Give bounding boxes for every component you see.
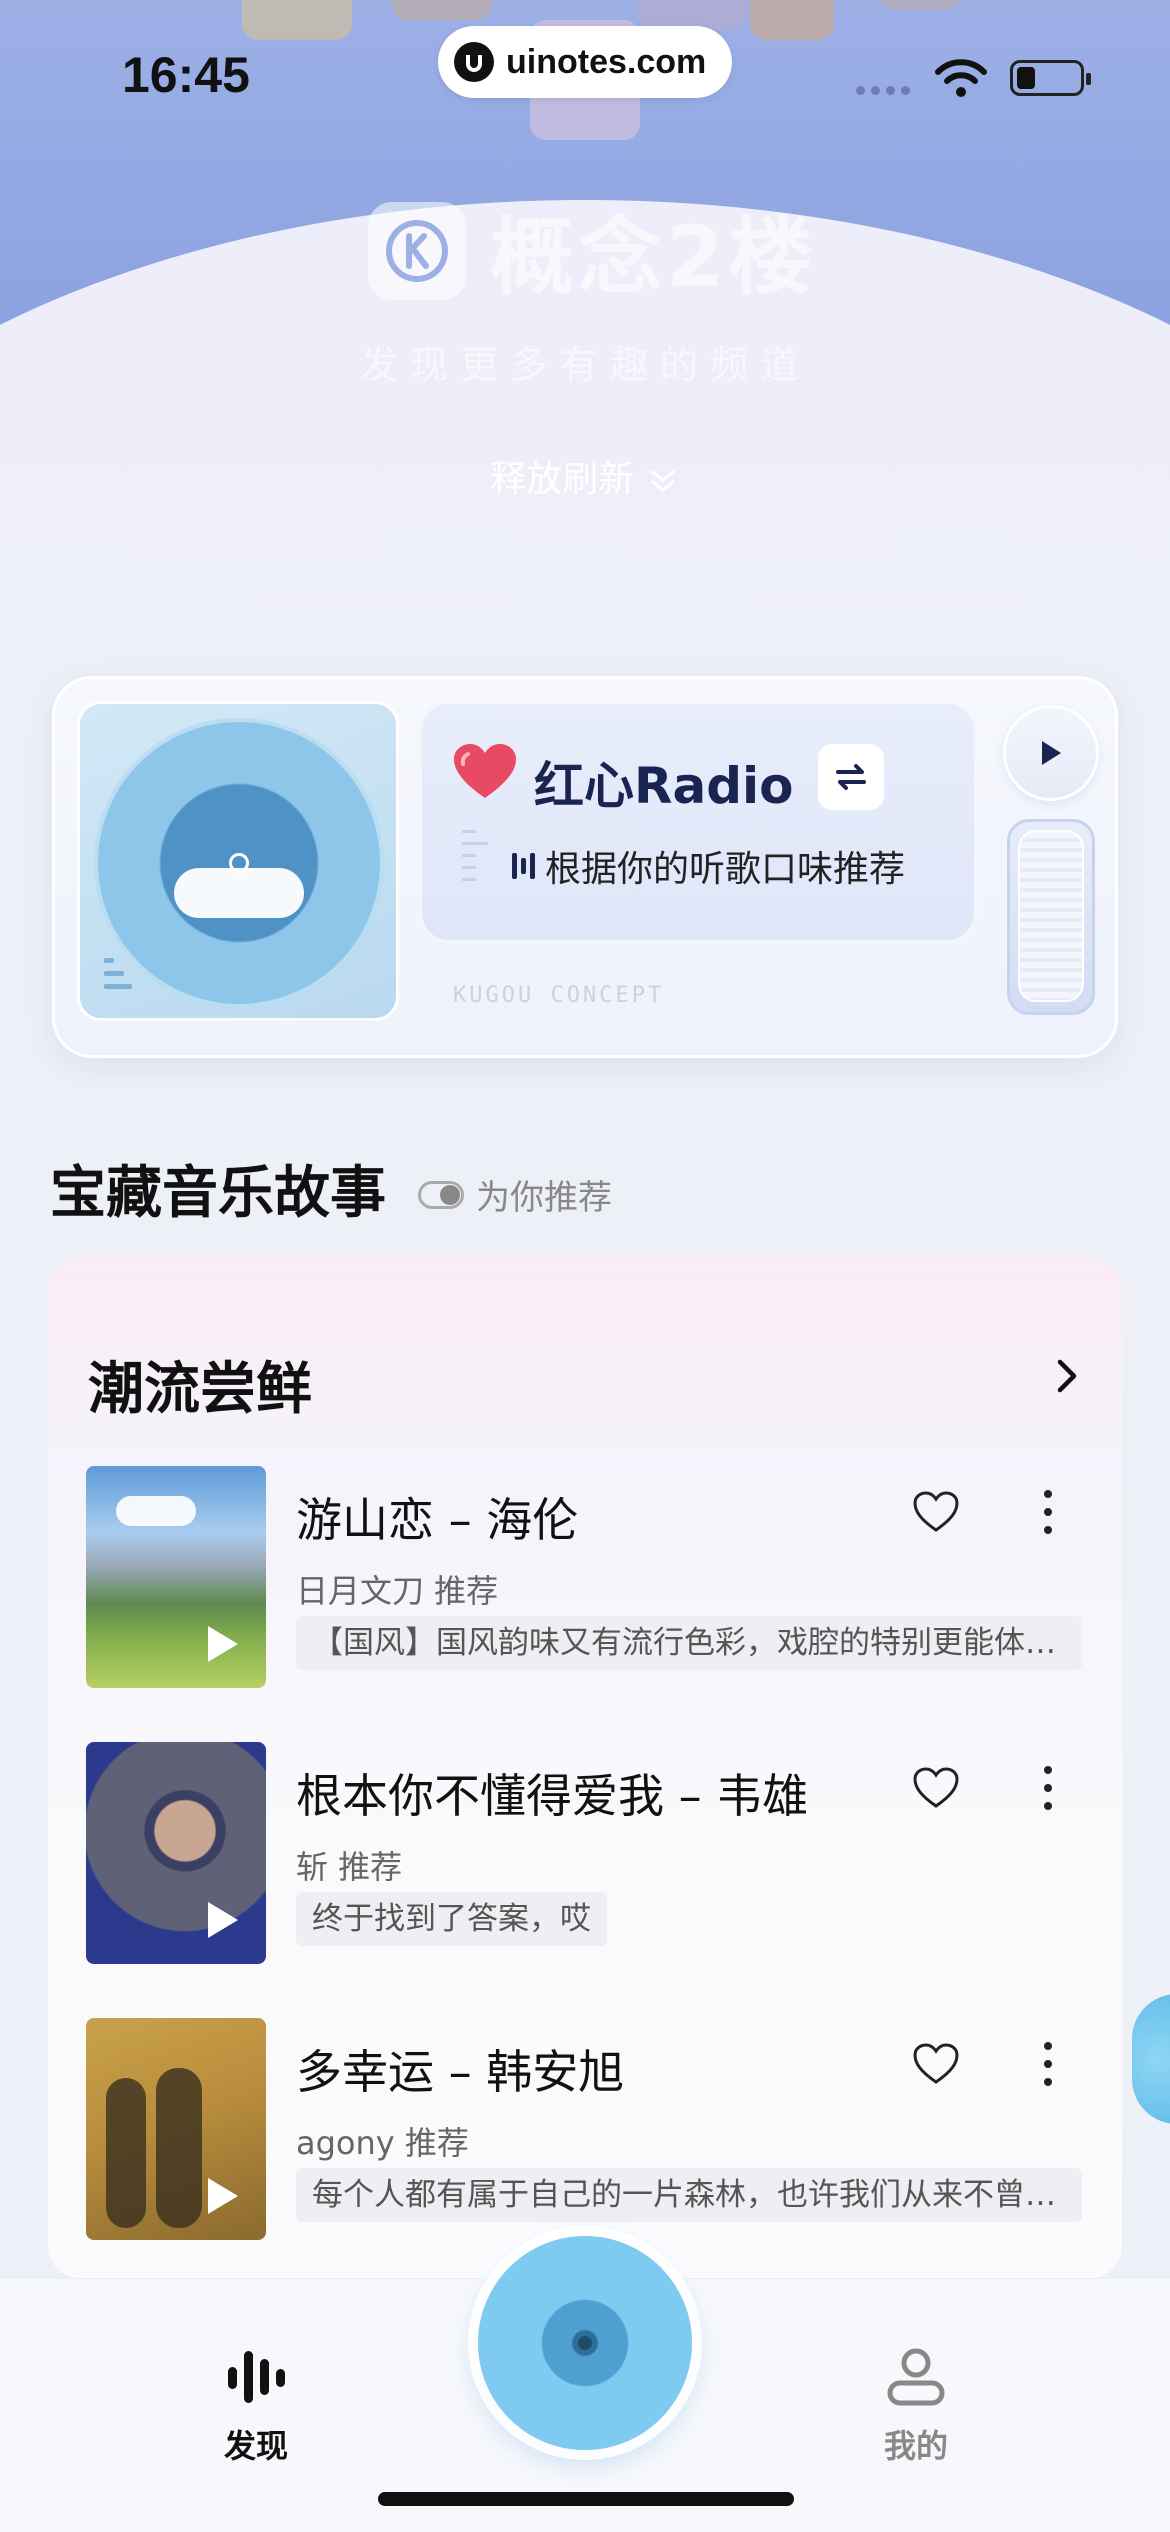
status-bar: 16:45 uinotes.com <box>0 0 1170 150</box>
song-row[interactable]: 根本你不懂得爱我 – 韦雄 斩 推荐 终于找到了答案，哎 <box>86 1742 1086 1964</box>
more-vertical-icon[interactable] <box>1038 2042 1058 2086</box>
recommend-toggle[interactable]: 为你推荐 <box>418 1170 612 1219</box>
section-title: 宝藏音乐故事 <box>50 1161 386 1226</box>
song-row[interactable]: 游山恋 – 海伦 日月文刀 推荐 【国风】国风韵味又有流行色彩，戏腔的特别更能体… <box>86 1466 1086 1688</box>
tab-mine-label: 我的 <box>883 2427 948 2465</box>
recommend-label: 为你推荐 <box>476 1178 612 1218</box>
song-row[interactable]: 多幸运 – 韩安旭 agony 推荐 每个人都有属于自己的一片森林，也许我们从来… <box>86 2018 1086 2240</box>
song-title: 多幸运 – 韩安旭 <box>296 2045 625 2099</box>
cloud-art <box>174 868 304 918</box>
play-icon <box>1042 741 1061 765</box>
play-icon <box>208 1902 238 1938</box>
more-vertical-icon[interactable] <box>1038 1490 1058 1534</box>
switch-mode-button[interactable] <box>818 744 884 810</box>
url-text: uinotes.com <box>506 42 707 81</box>
k-logo-icon <box>368 201 466 300</box>
song-comment: 每个人都有属于自己的一片森林，也许我们从来不曾去过 <box>296 2168 1082 2222</box>
volume-slider[interactable] <box>1007 819 1095 1015</box>
tab-mine[interactable]: 我的 <box>836 2347 996 2467</box>
url-badge: uinotes.com <box>438 26 732 98</box>
header-title: 概念2楼 <box>490 208 817 306</box>
song-comment: 终于找到了答案，哎 <box>296 1892 607 1946</box>
play-icon <box>208 1626 238 1662</box>
status-time: 16:45 <box>122 47 250 103</box>
more-vertical-icon[interactable] <box>1038 1766 1058 1810</box>
song-recommender: 日月文刀 推荐 <box>296 1572 499 1610</box>
radio-title: 红心Radio <box>534 757 794 815</box>
vinyl-disc <box>94 718 384 1008</box>
ruler-decoration <box>462 830 488 890</box>
release-label: 释放刷新 <box>490 459 635 500</box>
radio-subtitle-row: 根据你的听歌口味推荐 <box>512 840 905 892</box>
song-comment: 【国风】国风韵味又有流行色彩，戏腔的特别更能体现出歌曲的意境 <box>296 1616 1082 1670</box>
toggle-switch-icon[interactable] <box>418 1180 464 1209</box>
concept-floor-logo: 概念2楼 <box>368 190 816 311</box>
trend-list-card: 潮流尝鲜 游山恋 – 海伦 日月文刀 推荐 【国风】国风韵味又有流行色彩，戏腔的… <box>48 1258 1122 2278</box>
home-indicator <box>378 2492 794 2506</box>
swap-arrows-icon <box>836 764 866 790</box>
vinyl-frame <box>77 701 399 1021</box>
album-cover[interactable] <box>86 2018 266 2240</box>
song-recommender: agony 推荐 <box>296 2124 469 2162</box>
disc-hole <box>229 853 249 873</box>
disc-lines-decoration <box>104 958 132 997</box>
album-cover[interactable] <box>86 1742 266 1964</box>
play-icon <box>208 2178 238 2214</box>
floating-assistant-bubble[interactable] <box>1132 1994 1170 2124</box>
battery-icon <box>1010 60 1091 96</box>
uinotes-logo-icon <box>454 42 494 82</box>
wifi-icon <box>935 59 987 97</box>
heart-radio-card[interactable]: 红心Radio 根据你的听歌口味推荐 KUGOU CONCEPT <box>52 676 1118 1058</box>
radio-subtitle: 根据你的听歌口味推荐 <box>545 849 906 890</box>
slider-knob[interactable] <box>1018 830 1084 1002</box>
radio-info-panel[interactable]: 红心Radio 根据你的听歌口味推荐 <box>419 701 977 943</box>
album-cover[interactable] <box>86 1466 266 1688</box>
header-tagline: 发现更多有趣的频道 <box>359 343 810 387</box>
heart-outline-icon[interactable] <box>912 1490 960 1534</box>
tab-discover[interactable]: 发现 <box>176 2347 336 2467</box>
heart-outline-icon[interactable] <box>912 2042 960 2086</box>
list-title: 潮流尝鲜 <box>88 1357 312 1422</box>
song-recommender: 斩 推荐 <box>296 1848 403 1886</box>
discover-bars-icon <box>228 2351 285 2403</box>
song-title: 游山恋 – 海伦 <box>296 1493 579 1547</box>
double-chevron-down-icon <box>651 470 675 492</box>
kugou-concept-label: KUGOU CONCEPT <box>453 983 665 1008</box>
song-title: 根本你不懂得爱我 – 韦雄 <box>296 1769 809 1823</box>
release-refresh-hint: 释放刷新 <box>0 450 1170 502</box>
tab-discover-label: 发现 <box>223 2427 288 2465</box>
chevron-right-icon[interactable] <box>1052 1356 1082 1396</box>
red-heart-icon <box>454 744 516 798</box>
disc-hole <box>578 2336 592 2350</box>
equalizer-icon <box>512 853 535 879</box>
user-icon <box>887 2348 945 2406</box>
play-button[interactable] <box>1003 705 1099 801</box>
cellular-signal-icon <box>856 86 910 95</box>
now-playing-disc-button[interactable] <box>478 2236 692 2450</box>
heart-outline-icon[interactable] <box>912 1766 960 1810</box>
